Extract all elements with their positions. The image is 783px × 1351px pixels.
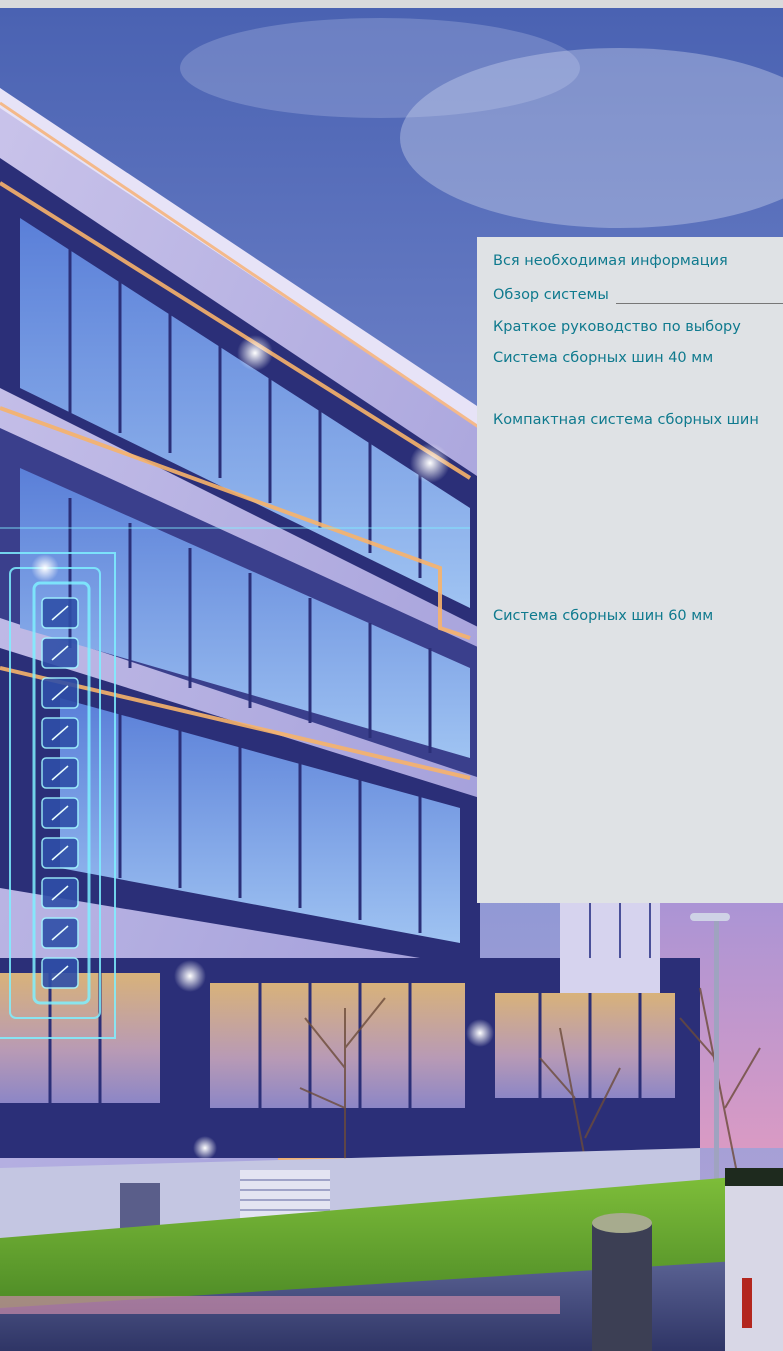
brochure-page: Вся необходимая информация Обзор системы… (0, 0, 783, 1351)
toc-item-busbar-40mm[interactable]: Система сборных шин 40 мм (493, 350, 713, 366)
top-margin-strip (0, 0, 783, 8)
table-of-contents-panel: Вся необходимая информация Обзор системы… (477, 237, 783, 903)
toc-leader-line (616, 303, 783, 304)
toc-item-system-overview[interactable]: Обзор системы (493, 287, 609, 303)
toc-item-info[interactable]: Вся необходимая информация (493, 253, 728, 269)
toc-item-busbar-60mm[interactable]: Система сборных шин 60 мм (493, 608, 713, 624)
toc-item-selection-guide[interactable]: Краткое руководство по выбору (493, 319, 741, 335)
toc-item-compact-busbar[interactable]: Компактная система сборных шин (493, 412, 759, 428)
